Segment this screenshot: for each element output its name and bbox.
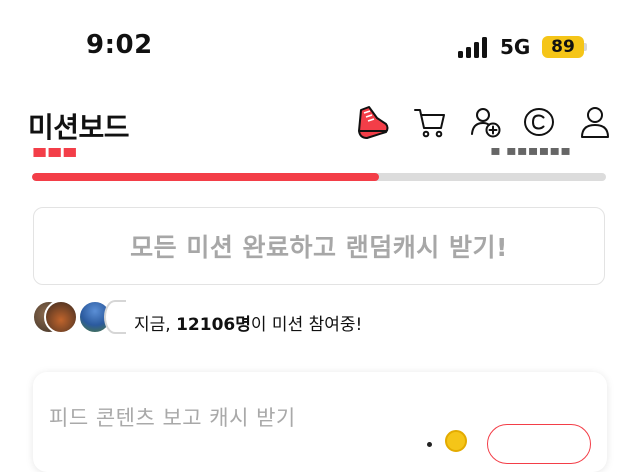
cash-coin-icon[interactable]: [522, 104, 558, 140]
participant-avatars: [32, 300, 142, 336]
participants-count: 12106명: [176, 315, 251, 335]
add-friend-icon[interactable]: [468, 104, 504, 140]
participants-suffix: 이 미션 참여중!: [250, 315, 363, 335]
feed-mission-button[interactable]: [487, 424, 591, 464]
avatar: [104, 300, 126, 334]
progress-bar: [32, 173, 606, 181]
profile-icon[interactable]: [577, 104, 613, 140]
complete-all-button[interactable]: 모든 미션 완료하고 랜덤캐시 받기!: [33, 207, 605, 285]
battery-icon: 89: [542, 36, 584, 58]
progress-fill: [32, 173, 380, 181]
coin-icon: [445, 430, 467, 452]
progress-percent-clipped: ■■■: [32, 148, 78, 158]
feed-mission-title: 피드 콘텐츠 보고 캐시 받기: [49, 406, 296, 430]
participants-text: 지금, 12106명이 미션 참여중!: [134, 310, 362, 335]
progress-caption-clipped: ▪ ▪▪▪▪▪▪: [490, 148, 571, 158]
battery-level: 89: [551, 37, 575, 57]
participants-prefix: 지금,: [134, 315, 177, 335]
status-time: 9:02: [86, 30, 153, 60]
page-title: 미션보드: [28, 111, 130, 144]
battery-cap: [584, 43, 587, 51]
feed-mission-card[interactable]: 피드 콘텐츠 보고 캐시 받기: [33, 372, 607, 472]
complete-all-label: 모든 미션 완료하고 랜덤캐시 받기!: [130, 233, 508, 262]
cart-icon[interactable]: [412, 104, 448, 140]
sneaker-icon[interactable]: [355, 104, 391, 140]
avatar: [44, 300, 78, 334]
signal-strength-icon: [458, 36, 492, 58]
dot-icon: [427, 442, 432, 447]
network-type: 5G: [500, 35, 531, 59]
